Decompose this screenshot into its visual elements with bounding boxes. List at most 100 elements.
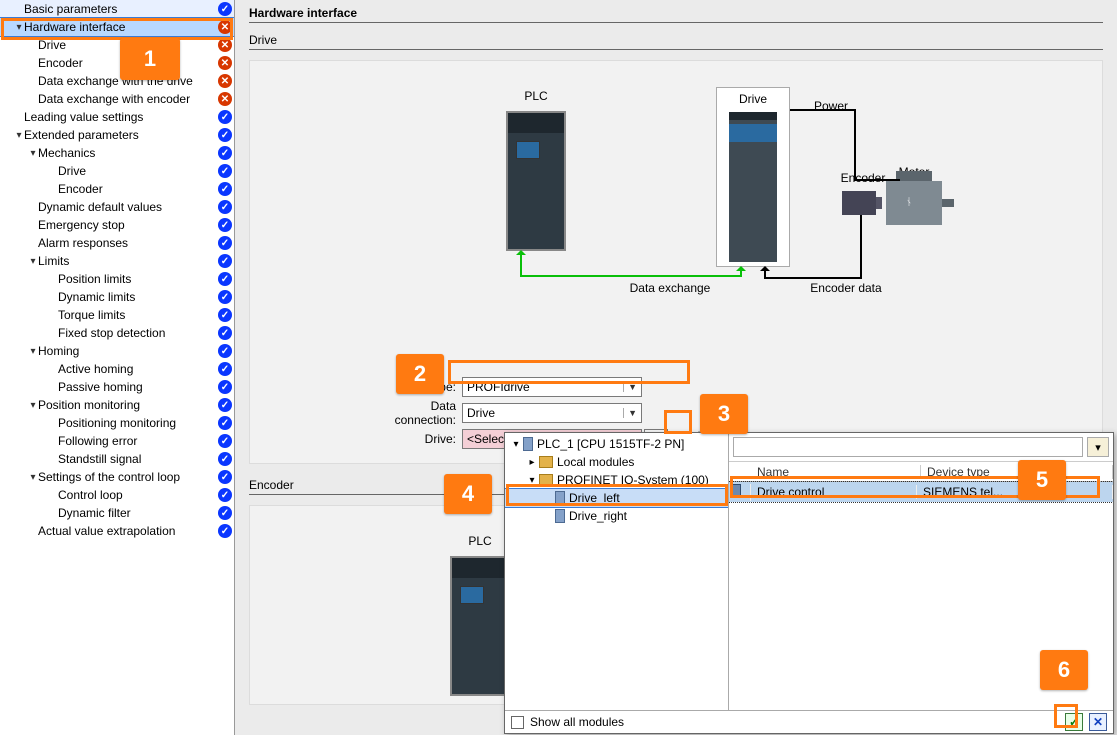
tree-caret-icon: ▾	[14, 130, 24, 141]
tree-item-label: Passive homing	[58, 380, 216, 394]
plc-icon	[450, 556, 510, 696]
status-ok-icon	[216, 468, 234, 486]
nav-tree[interactable]: Basic parameters▾Hardware interfaceDrive…	[0, 0, 235, 735]
tree-item[interactable]: Following error	[0, 432, 234, 450]
popup-tree-item[interactable]: ▾PLC_1 [CPU 1515TF-2 PN]	[505, 435, 728, 453]
tree-item-label: Dynamic default values	[38, 200, 216, 214]
tree-item-label: Limits	[38, 254, 216, 268]
tree-item[interactable]: ▾Extended parameters	[0, 126, 234, 144]
tree-item[interactable]: Drive	[0, 36, 234, 54]
chevron-down-icon: ▼	[623, 382, 637, 392]
status-ok-icon	[216, 144, 234, 162]
data-connection-label: Data connection:	[366, 399, 462, 427]
tree-item[interactable]: Emergency stop	[0, 216, 234, 234]
tree-item[interactable]: Leading value settings	[0, 108, 234, 126]
tree-item-label: Dynamic filter	[58, 506, 216, 520]
tree-item-label: Control loop	[58, 488, 216, 502]
cell-name: Drive control	[751, 485, 917, 499]
status-ok-icon	[216, 234, 234, 252]
tree-item-label: Emergency stop	[38, 218, 216, 232]
status-ok-icon	[216, 270, 234, 288]
col-device-type[interactable]: Device type	[921, 465, 1113, 479]
connector-line	[520, 275, 742, 277]
tree-item[interactable]: Fixed stop detection	[0, 324, 234, 342]
tree-item[interactable]: Actual value extrapolation	[0, 522, 234, 540]
tree-item-label: Leading value settings	[24, 110, 216, 124]
tree-item-label: Data exchange with encoder	[38, 92, 216, 106]
encoder-icon	[842, 191, 876, 215]
filter-button[interactable]: ▾	[1087, 437, 1109, 457]
tree-item[interactable]: Encoder	[0, 180, 234, 198]
popup-tree-label: PROFINET IO-System (100)	[557, 473, 709, 487]
tree-item[interactable]: ▾Mechanics	[0, 144, 234, 162]
tree-item[interactable]: Data exchange with encoder	[0, 90, 234, 108]
tree-item[interactable]: Position limits	[0, 270, 234, 288]
tree-item[interactable]: Basic parameters	[0, 0, 234, 18]
tree-item[interactable]: ▾Settings of the control loop	[0, 468, 234, 486]
tree-item-label: Alarm responses	[38, 236, 216, 250]
tree-item[interactable]: Standstill signal	[0, 450, 234, 468]
status-ok-icon	[216, 342, 234, 360]
popup-device-tree[interactable]: ▾PLC_1 [CPU 1515TF-2 PN]▸Local modules▾P…	[505, 433, 729, 710]
tree-item[interactable]: Dynamic limits	[0, 288, 234, 306]
status-ok-icon	[216, 126, 234, 144]
tree-item[interactable]: Dynamic default values	[0, 198, 234, 216]
tree-item[interactable]: Alarm responses	[0, 234, 234, 252]
status-ok-icon	[216, 378, 234, 396]
folder-icon	[539, 456, 553, 468]
tree-item-label: Mechanics	[38, 146, 216, 160]
tree-caret-icon: ▾	[511, 439, 521, 450]
status-ok-icon	[216, 216, 234, 234]
tree-item[interactable]: Torque limits	[0, 306, 234, 324]
status-ok-icon	[216, 432, 234, 450]
tree-item[interactable]: Positioning monitoring	[0, 414, 234, 432]
drive-section-title: Drive	[249, 33, 1103, 47]
page-title: Hardware interface	[249, 6, 1103, 20]
tree-item[interactable]: ▾Hardware interface	[0, 18, 234, 36]
callout-4: 4	[444, 474, 492, 514]
status-ok-icon	[216, 288, 234, 306]
device-icon	[555, 491, 565, 505]
tree-item[interactable]: ▾Homing	[0, 342, 234, 360]
data-connection-select[interactable]: Drive▼	[462, 403, 642, 423]
tree-caret-icon: ▸	[527, 457, 537, 468]
col-name[interactable]: Name	[751, 465, 921, 479]
tree-item[interactable]: ▾Position monitoring	[0, 396, 234, 414]
filter-input[interactable]	[733, 437, 1083, 457]
connector-line	[764, 277, 860, 279]
status-ok-icon	[216, 198, 234, 216]
status-error-icon	[216, 18, 234, 36]
tree-item[interactable]: Active homing	[0, 360, 234, 378]
cancel-button[interactable]: ✕	[1089, 713, 1107, 731]
chevron-down-icon: ▼	[623, 408, 637, 418]
ok-button[interactable]: ✓	[1065, 713, 1083, 731]
popup-tree-item[interactable]: ▸Local modules	[505, 453, 728, 471]
callout-5: 5	[1018, 460, 1066, 500]
arrow-icon	[740, 267, 742, 275]
popup-tree-item[interactable]: ▾PROFINET IO-System (100)	[505, 471, 728, 489]
device-icon	[523, 437, 533, 451]
connector-line	[854, 179, 900, 181]
popup-tree-item[interactable]: Drive_right	[505, 507, 728, 525]
divider	[249, 22, 1103, 23]
tree-item[interactable]: Control loop	[0, 486, 234, 504]
popup-tree-item[interactable]: Drive_left	[505, 489, 728, 507]
status-ok-icon	[216, 0, 234, 18]
tree-item[interactable]: Drive	[0, 162, 234, 180]
drive-type-select[interactable]: PROFIdrive▼	[462, 377, 642, 397]
tree-caret-icon: ▾	[28, 148, 38, 159]
status-error-icon	[216, 90, 234, 108]
plc-label: PLC	[506, 89, 566, 103]
tree-item[interactable]: Passive homing	[0, 378, 234, 396]
show-all-checkbox[interactable]	[511, 716, 524, 729]
tree-item[interactable]: ▾Limits	[0, 252, 234, 270]
tree-item[interactable]: Encoder	[0, 54, 234, 72]
tree-item-label: Dynamic limits	[58, 290, 216, 304]
tree-item[interactable]: Dynamic filter	[0, 504, 234, 522]
show-all-label: Show all modules	[530, 715, 624, 729]
popup-footer: Show all modules ✓ ✕	[505, 711, 1113, 733]
drive-label: Drive	[717, 92, 789, 106]
tree-item-label: Homing	[38, 344, 216, 358]
tree-item[interactable]: Data exchange with the drive	[0, 72, 234, 90]
tree-item-label: Active homing	[58, 362, 216, 376]
